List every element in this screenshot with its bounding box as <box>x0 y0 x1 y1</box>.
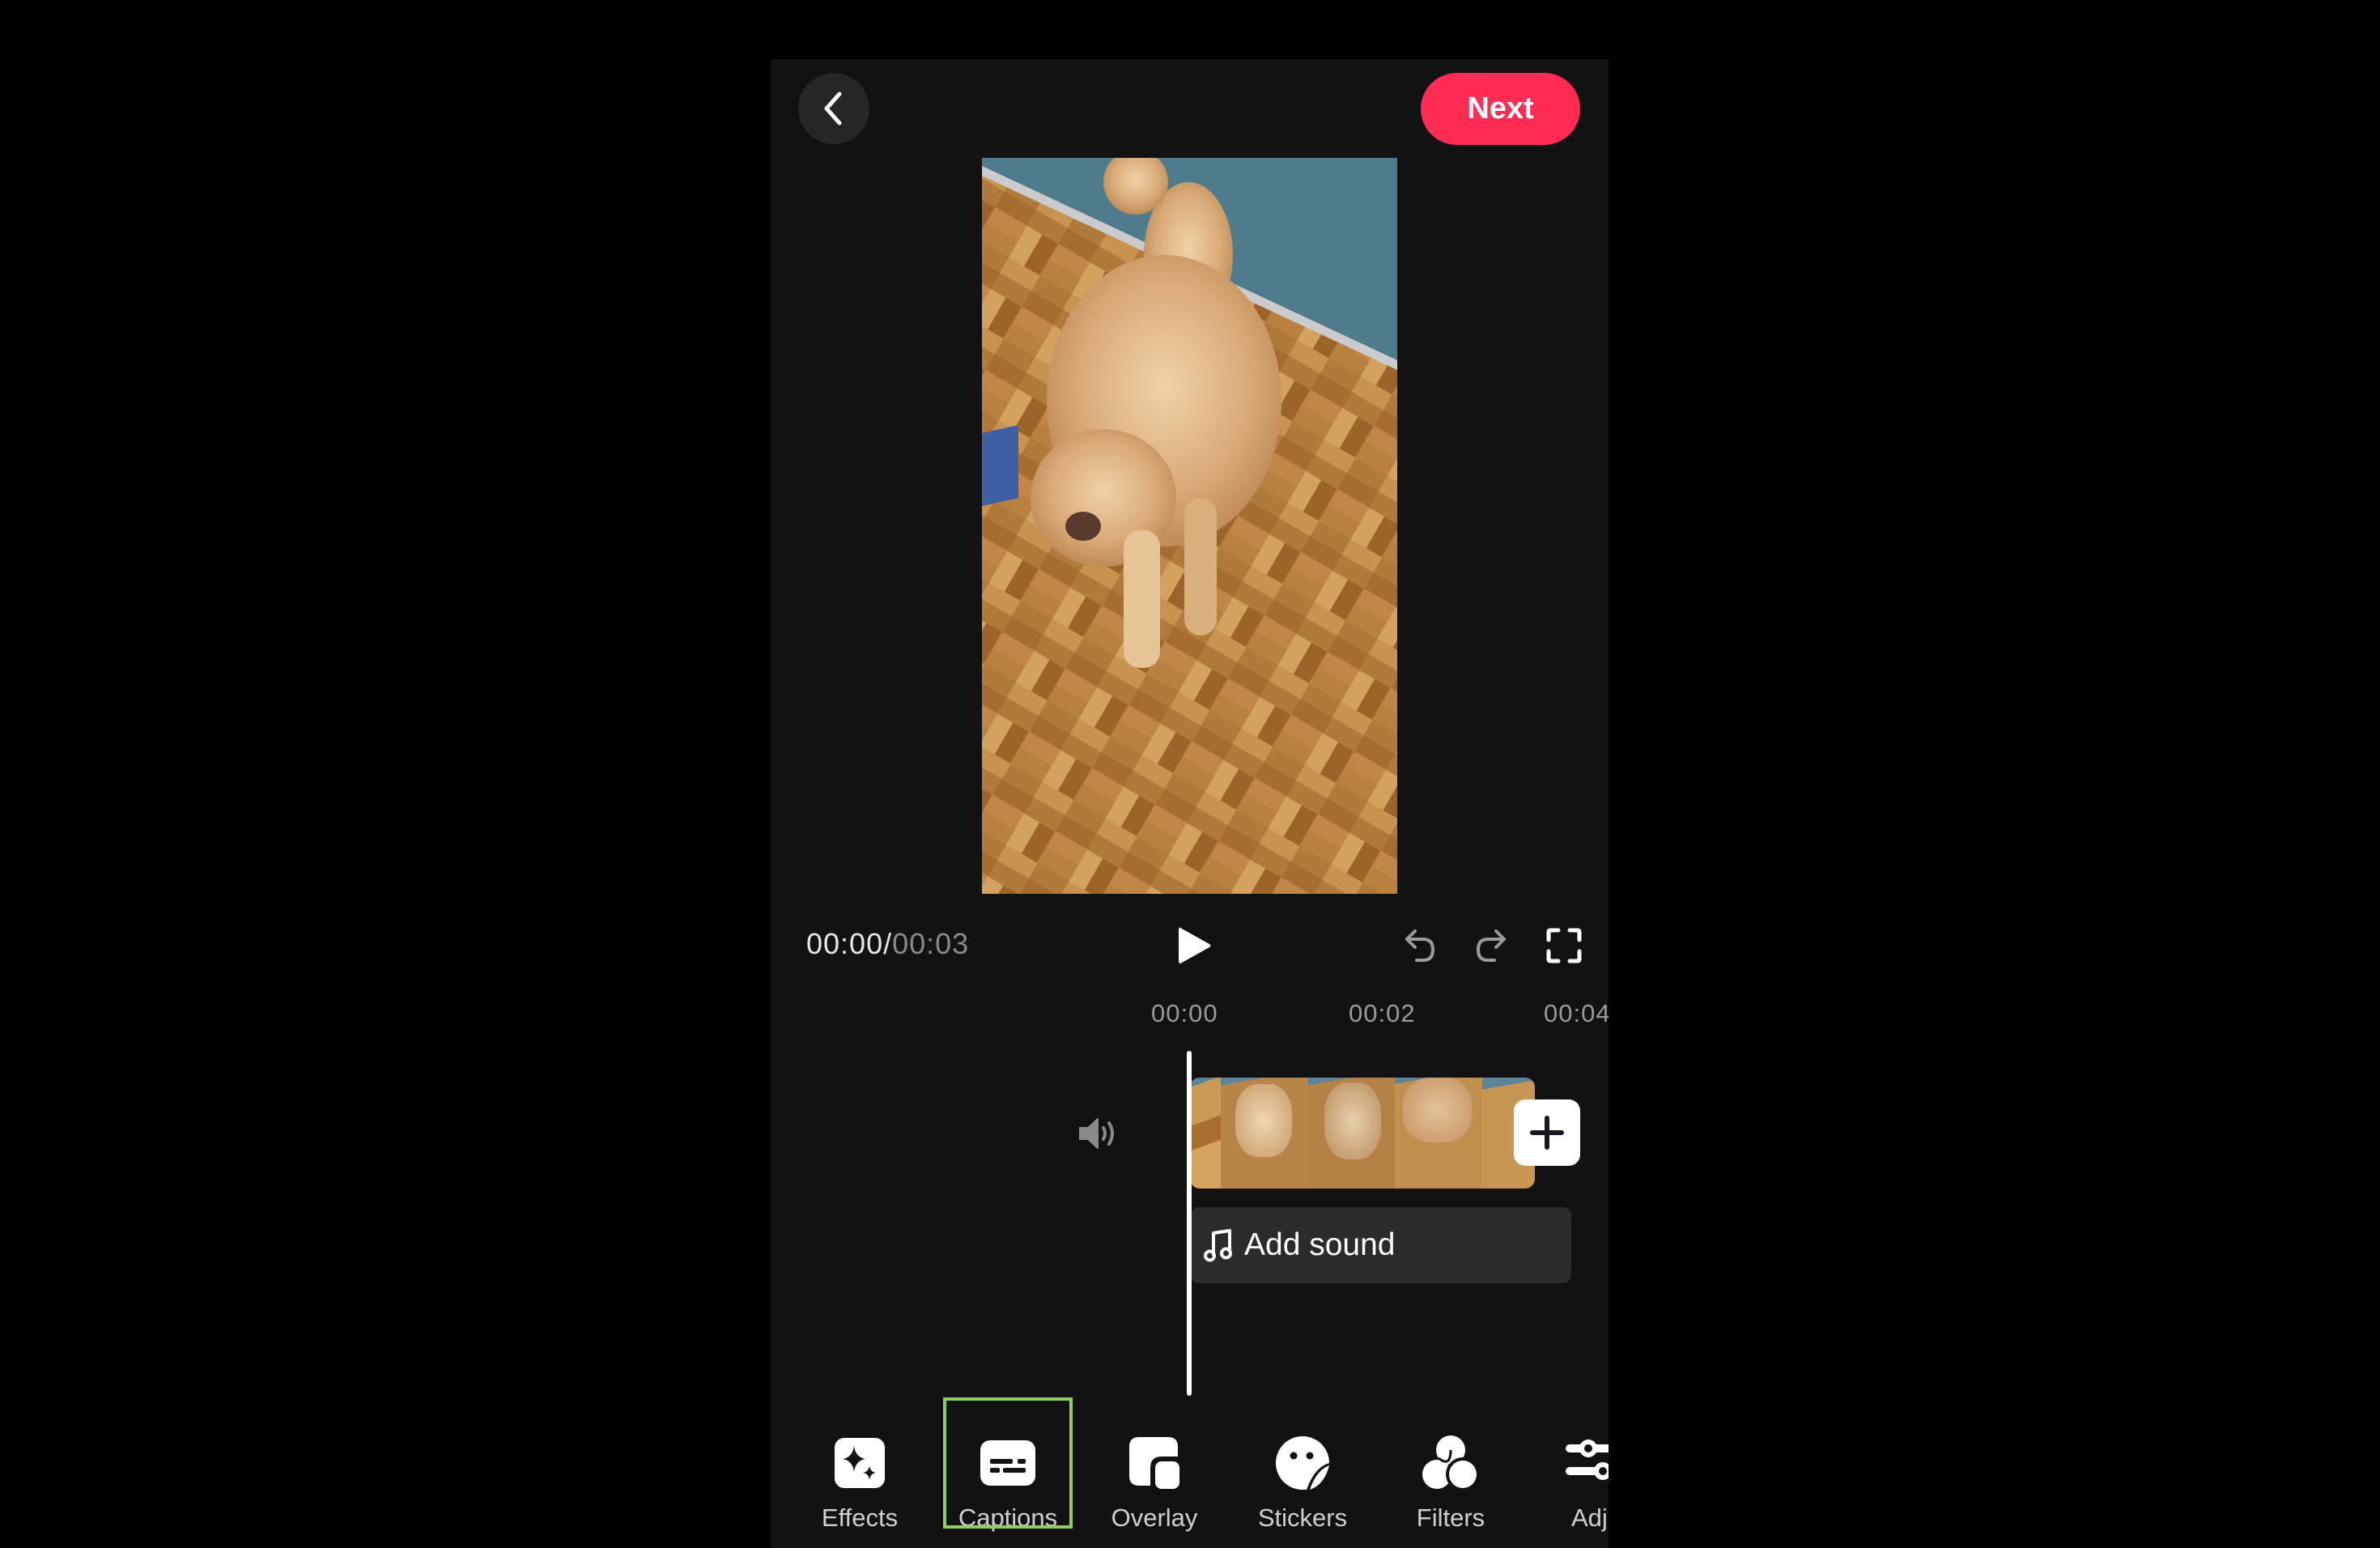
filters-icon <box>1422 1435 1480 1491</box>
next-button[interactable]: Next <box>1421 73 1580 145</box>
mute-clip-button[interactable] <box>1070 1105 1127 1162</box>
play-icon <box>1179 927 1211 963</box>
back-button[interactable] <box>798 73 869 144</box>
captions-icon <box>980 1440 1035 1486</box>
video-preview[interactable] <box>982 158 1397 894</box>
add-sound-label: Add sound <box>1244 1227 1396 1262</box>
undo-icon <box>1405 929 1435 962</box>
video-frame-image <box>982 158 1397 894</box>
current-time: 00:00 <box>806 927 884 960</box>
fullscreen-icon <box>1546 928 1582 963</box>
music-note-icon <box>1204 1229 1232 1262</box>
speaker-icon <box>1079 1118 1114 1149</box>
tool-overlay[interactable]: Overlay <box>1090 1419 1219 1541</box>
video-editor-panel: Next 00:00/00:03 00:00 00:02 00:04 Add s… <box>771 59 1609 1548</box>
tool-label: Overlay <box>1111 1503 1198 1532</box>
clip-frame <box>1307 1078 1396 1189</box>
chevron-left-icon <box>824 91 842 125</box>
undo-button[interactable] <box>1396 921 1444 970</box>
ruler-tick: 00:02 <box>1349 999 1416 1027</box>
tool-effects[interactable]: Effects <box>795 1419 924 1541</box>
clip-frame <box>1190 1078 1221 1189</box>
add-clip-button[interactable] <box>1514 1099 1580 1166</box>
time-readout: 00:00/00:03 <box>806 927 969 961</box>
sticker-icon <box>1276 1436 1329 1490</box>
adjust-icon <box>1566 1440 1609 1480</box>
tool-label: Effects <box>821 1503 899 1532</box>
play-button[interactable] <box>1166 917 1222 974</box>
tool-captions[interactable]: Captions <box>943 1419 1073 1541</box>
total-time: 00:03 <box>892 927 970 960</box>
ruler-tick: 00:04 <box>1544 999 1609 1027</box>
ruler-tick: 00:00 <box>1151 999 1218 1027</box>
fullscreen-button[interactable] <box>1540 921 1588 970</box>
tool-label: Adju <box>1570 1503 1609 1532</box>
tool-label: Filters <box>1416 1503 1485 1532</box>
add-sound-button[interactable]: Add sound <box>1191 1207 1571 1283</box>
playhead[interactable] <box>1187 1051 1192 1396</box>
tool-label: Stickers <box>1257 1503 1348 1532</box>
redo-button[interactable] <box>1467 921 1515 970</box>
time-separator: / <box>883 927 893 960</box>
clip-frame <box>1395 1078 1483 1189</box>
video-clip-track[interactable] <box>1190 1078 1535 1189</box>
tool-label: Captions <box>958 1503 1058 1532</box>
tool-filters[interactable]: Filters <box>1386 1419 1515 1541</box>
clip-frame <box>1220 1078 1308 1189</box>
tool-adjust[interactable]: Adju <box>1532 1419 1609 1541</box>
tool-stickers[interactable]: Stickers <box>1238 1419 1367 1541</box>
sparkle-icon <box>835 1438 885 1488</box>
redo-icon <box>1476 929 1506 962</box>
overlay-icon <box>1129 1437 1179 1489</box>
plus-icon <box>1530 1116 1564 1150</box>
